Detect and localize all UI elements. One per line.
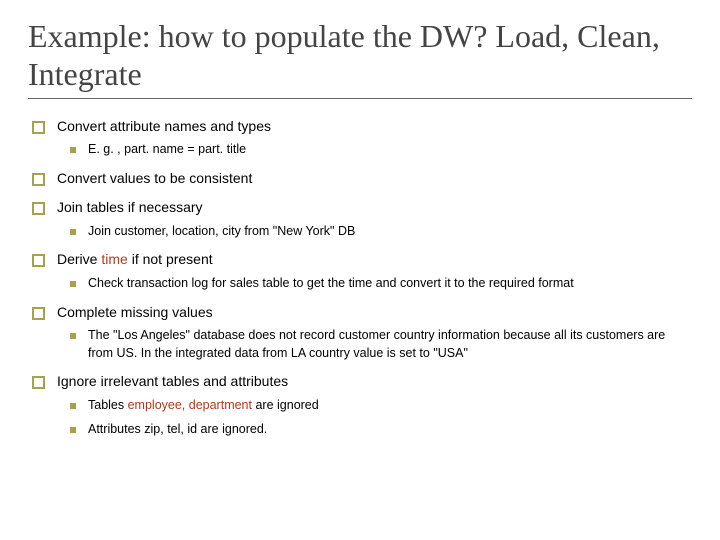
square-bullet-icon	[70, 147, 76, 153]
sub-list-item-label: Check transaction log for sales table to…	[88, 275, 574, 293]
text-span: Tables	[88, 398, 128, 412]
sub-list-item-label: Attributes zip, tel, id are ignored.	[88, 421, 267, 439]
square-bullet-icon	[70, 333, 76, 339]
square-bullet-icon	[70, 229, 76, 235]
square-bullet-icon	[32, 202, 45, 215]
list-item-label: Join tables if necessary	[57, 198, 203, 217]
text-span: are ignored	[252, 398, 319, 412]
sub-list-item: Check transaction log for sales table to…	[70, 275, 692, 293]
emphasis-span: time	[101, 251, 127, 267]
square-bullet-icon	[32, 173, 45, 186]
list-item: Join tables if necessary	[32, 198, 692, 217]
slide: Example: how to populate the DW? Load, C…	[0, 0, 720, 438]
sub-list-item: Join customer, location, city from "New …	[70, 223, 692, 241]
list-item: Convert attribute names and types	[32, 117, 692, 136]
sub-list-item-label: Tables employee, department are ignored	[88, 397, 319, 415]
list-item: Convert values to be consistent	[32, 169, 692, 188]
square-bullet-icon	[70, 281, 76, 287]
sub-list-item: Attributes zip, tel, id are ignored.	[70, 421, 692, 439]
text-span: if not present	[128, 251, 213, 267]
square-bullet-icon	[32, 254, 45, 267]
list-item-label: Convert attribute names and types	[57, 117, 271, 136]
sub-list-item: E. g. , part. name = part. title	[70, 141, 692, 159]
sub-list-item-label: The "Los Angeles" database does not reco…	[88, 327, 692, 362]
text-span: Derive	[57, 251, 101, 267]
list-item: Derive time if not present	[32, 250, 692, 269]
list-item: Ignore irrelevant tables and attributes	[32, 372, 692, 391]
slide-title: Example: how to populate the DW? Load, C…	[28, 18, 692, 99]
square-bullet-icon	[32, 376, 45, 389]
list-item: Complete missing values	[32, 303, 692, 322]
bullet-list: Convert attribute names and types E. g. …	[28, 117, 692, 439]
square-bullet-icon	[32, 121, 45, 134]
square-bullet-icon	[70, 403, 76, 409]
sub-list-item-label: E. g. , part. name = part. title	[88, 141, 246, 159]
emphasis-span: employee, department	[128, 398, 252, 412]
square-bullet-icon	[70, 427, 76, 433]
sub-list-item-label: Join customer, location, city from "New …	[88, 223, 355, 241]
sub-list-item: The "Los Angeles" database does not reco…	[70, 327, 692, 362]
square-bullet-icon	[32, 307, 45, 320]
list-item-label: Complete missing values	[57, 303, 213, 322]
list-item-label: Convert values to be consistent	[57, 169, 252, 188]
list-item-label: Ignore irrelevant tables and attributes	[57, 372, 288, 391]
sub-list-item: Tables employee, department are ignored	[70, 397, 692, 415]
list-item-label: Derive time if not present	[57, 250, 213, 269]
